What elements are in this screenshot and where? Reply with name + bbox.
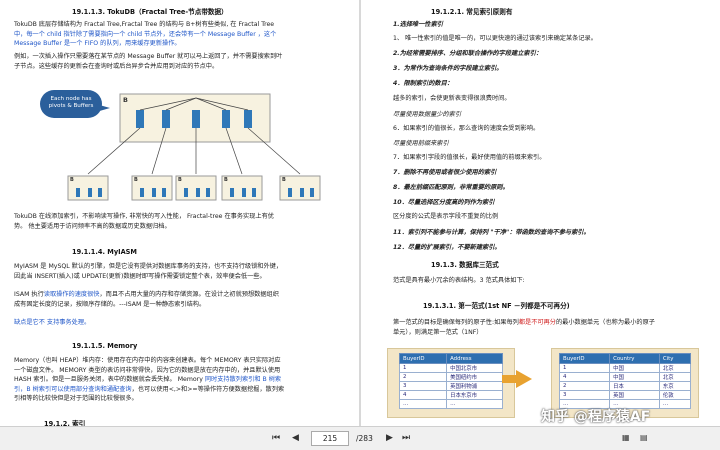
leaf-node-label-5: B xyxy=(282,177,286,183)
tokudb-text: TokuDB 底层存储结构为 Fractal Tree,Fractal Tree… xyxy=(14,21,277,48)
leaf-node-label-3: B xyxy=(178,177,182,183)
page-total: /283 xyxy=(356,434,373,443)
principle-2: 2.为经常需要排序、分组和联合操作的字段建立索引： xyxy=(393,50,542,57)
tokudb-summary: TokuDB 在线添加索引，不影响读写操作, 非常快的写入性能， Fractal… xyxy=(14,213,274,230)
normal-forms-intro: 范式是具有最小冗余的表结构。3 范式具体如下: xyxy=(393,277,525,284)
principle-6-desc: 7．如果索引字段的值很长，最好使用值的前缀来索引。 xyxy=(393,154,546,161)
view-icon-2[interactable]: ▤ xyxy=(640,431,648,445)
memory-text: Memory（也叫 HEAP）堆内存：使用存在内存中的内容来创建表。每个 MEM… xyxy=(14,357,285,403)
leaf-node-label-4: B xyxy=(224,177,228,183)
table-row: 1 中国北京市 xyxy=(398,363,503,373)
watermark: 知乎 @程序猿AF xyxy=(541,409,651,425)
myiasm-text: MyIASM 是 MySQL 默认的引擎，但是它没有提供对数据库事务的支持，也不… xyxy=(14,263,283,280)
table-row: 4 日本东京市 xyxy=(398,390,503,400)
section-heading-tokudb: 19.1.1.3. TokuDB（Fractal Tree-节点带数据） xyxy=(72,8,228,16)
section-heading-memory: 19.1.1.5. Memory xyxy=(72,342,138,350)
section-heading-normal-forms: 19.1.3. 数据库三范式 xyxy=(431,261,499,269)
tokudb-example-text: 例如，一次插入操作只需要落在某节点的 Message Buffer 就可以马上返… xyxy=(14,53,283,70)
section-heading-index: 19.1.2. 索引 xyxy=(44,420,86,426)
principle-11: 11．索引列不能参与计算，保持列 "干净"：带函数的查询不参与索引。 xyxy=(393,229,590,236)
table-before-1nf: BuyerID Address 1 中国北京市 2 美国纽约市 3 英国利物浦 4 日本… xyxy=(398,353,503,409)
page-navigation-toolbar: ⏮ ◀ 215 /283 ▶ ⏭ ▦ ▤ xyxy=(0,426,720,450)
section-heading-index-principles: 19.1.2.1. 常见索引原则有 xyxy=(431,8,513,16)
isam-drawback: 缺点是它不 支持事务处理。 xyxy=(14,319,91,326)
table-row: 2 美国纽约市 xyxy=(398,372,503,382)
principle-6: 尽量使用前缀来索引 xyxy=(393,140,449,147)
principle-4: 4．限制索引的数目： xyxy=(393,80,453,87)
principle-10: 10．尽量选择区分度高的列作为索引 xyxy=(393,199,495,206)
table-row: 3 英国 伦敦 xyxy=(558,390,692,400)
table-row: 1 中国 北京 xyxy=(558,363,692,373)
principle-12: 12．尽量的扩展索引，不要新建索引。 xyxy=(393,244,501,251)
left-page: 19.1.1.3. TokuDB（Fractal Tree-节点带数据） Tok… xyxy=(0,0,359,426)
transform-arrow-icon xyxy=(516,370,532,388)
principle-1: 1.选择唯一性索引 xyxy=(393,21,443,28)
root-node-label: B xyxy=(123,96,128,104)
principle-4-desc: 越多的索引，会使更新表变得很浪费时间。 xyxy=(393,95,511,102)
fractal-tree-diagram: Each node has pivots & Buffers B B B B B… xyxy=(32,84,332,202)
table-row: 2 日本 东京 xyxy=(558,381,692,391)
1nf-desc: 第一范式的目标是确保每列的原子性:如果每列都是不可再分的最小数据单元（也称为最小… xyxy=(393,319,655,336)
table-row: …… xyxy=(398,399,503,409)
last-page-icon[interactable]: ⏭ xyxy=(402,431,410,445)
leaf-node-label-2: B xyxy=(134,177,138,183)
principle-10-desc: 区分度的公式是表示字段不重复的比例 xyxy=(393,213,499,220)
view-icon-1[interactable]: ▦ xyxy=(622,431,630,445)
table-row: 3 英国利物浦 xyxy=(398,381,503,391)
transform-arrow-shaft xyxy=(502,375,517,383)
table-header: Address xyxy=(446,353,503,364)
leaf-node-label-1: B xyxy=(70,177,74,183)
section-heading-myiasm: 19.1.1.4. MyIASM xyxy=(72,248,137,256)
principle-8: 8．最左前缀匹配原则，非常重要的原则。 xyxy=(393,184,509,191)
principle-3: 3．为常作为查询条件的字段建立索引。 xyxy=(393,65,503,72)
first-page-icon[interactable]: ⏮ xyxy=(272,431,280,445)
prev-page-icon[interactable]: ◀ xyxy=(292,431,299,445)
table-header: BuyerID xyxy=(558,353,611,364)
principle-7: 7．删除不再使用或者很少使用的索引 xyxy=(393,169,497,176)
principle-5-desc: 6．如果索引的值很长，那么查询的速度会受到影响。 xyxy=(393,125,540,132)
right-page: 19.1.2.1. 常见索引原则有 1.选择唯一性索引 1、 唯一性索引的值是唯… xyxy=(361,0,720,426)
page-number-input[interactable]: 215 xyxy=(311,431,349,446)
table-header: Country xyxy=(609,353,660,364)
table-header: BuyerID xyxy=(398,353,448,364)
table-header: City xyxy=(658,353,692,364)
table-after-1nf: BuyerID Country City 1 中国 北京 4 中国 北京 2 日本 东京 3… xyxy=(558,353,692,409)
principle-1-desc: 1、 唯一性索引的值是唯一的，可以更快速的通过该索引来确定某条记录。 xyxy=(393,35,597,42)
tree-svg xyxy=(67,93,321,201)
isam-text: ISAM 执行读取操作的速度很快，而且不占用大量的内存和存储资源。在设计之初就预… xyxy=(14,291,279,308)
next-page-icon[interactable]: ▶ xyxy=(386,431,393,445)
principle-5: 尽量使用数据量少的索引 xyxy=(393,111,462,118)
section-heading-1nf: 19.1.3.1. 第一范式(1st NF －列都是不可再分) xyxy=(423,302,570,310)
table-row: 4 中国 北京 xyxy=(558,372,692,382)
